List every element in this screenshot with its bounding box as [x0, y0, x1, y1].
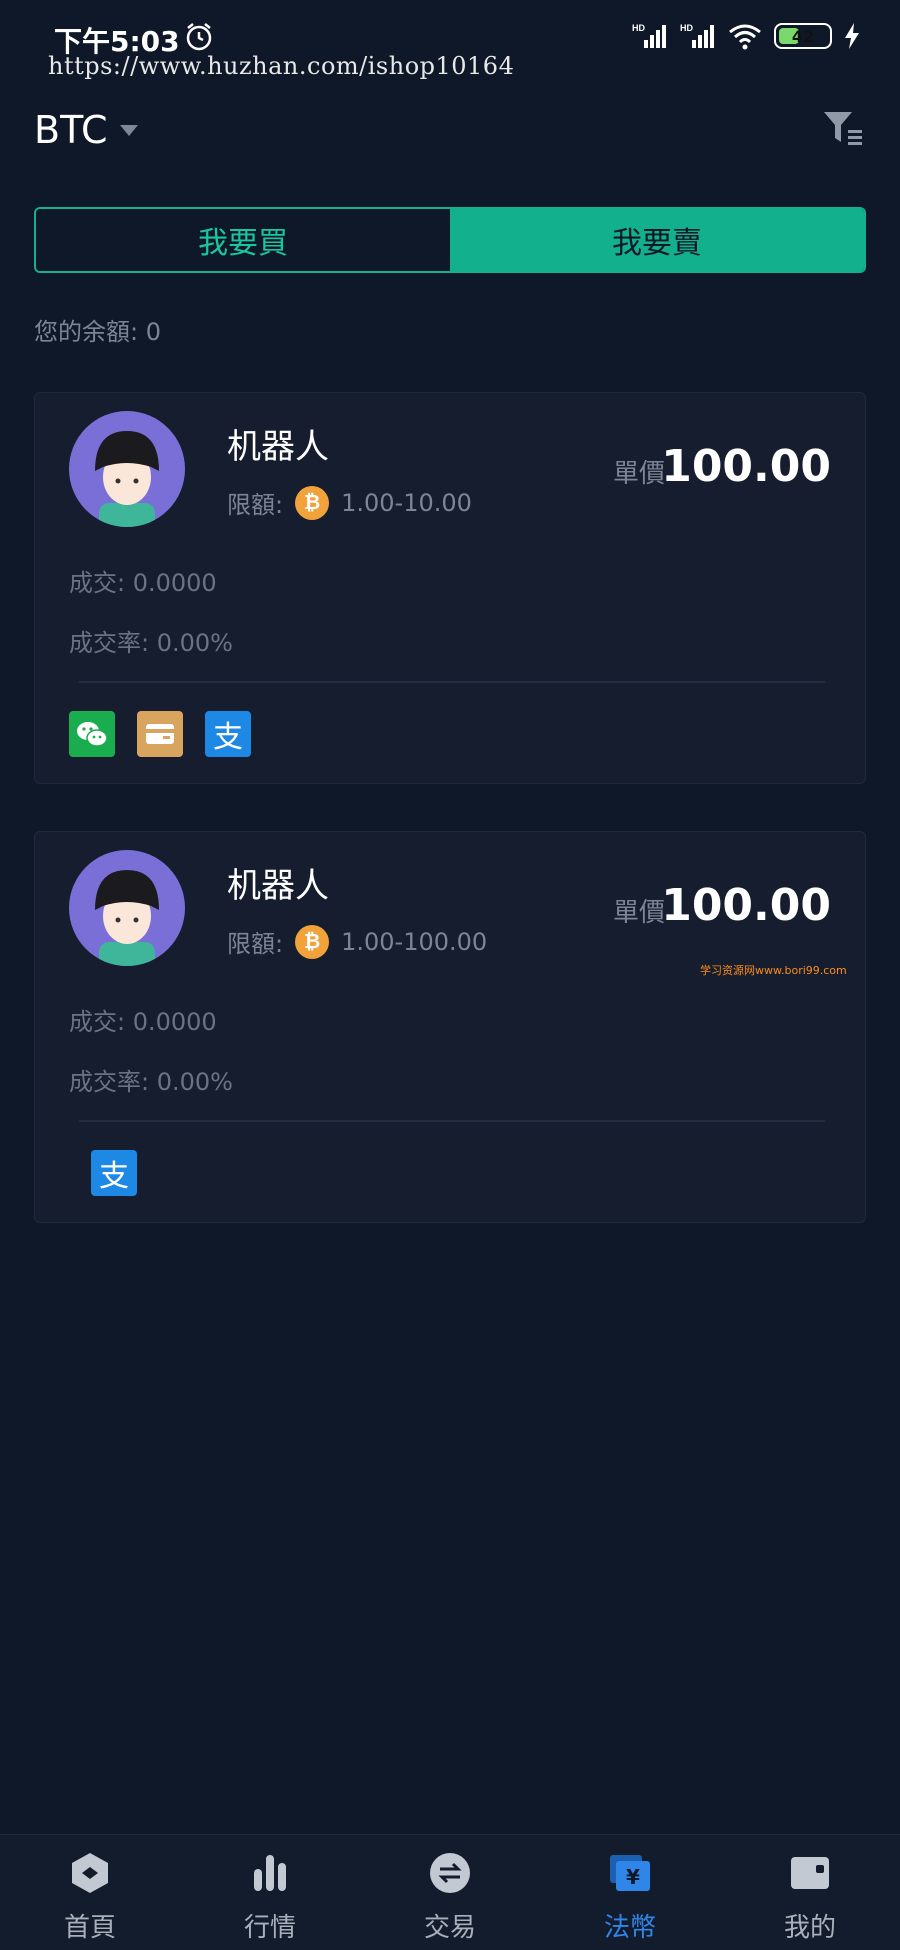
nav-label: 交易	[423, 1913, 476, 1943]
nav-label: 首頁	[63, 1913, 116, 1943]
buy-sell-tabs: 我要買 我要賣	[34, 207, 866, 273]
wifi-icon	[729, 24, 761, 50]
payment-methods: 支	[91, 1150, 137, 1196]
exchange-icon	[430, 1853, 470, 1893]
limit-row: 限額: ₿ 1.00-100.00	[227, 924, 487, 959]
volume-stat: 成交: 0.0000	[69, 569, 217, 597]
nav-item-market[interactable]: 行情	[180, 1835, 360, 1950]
wechat-pay-icon	[69, 711, 115, 757]
svg-text:¥: ¥	[626, 1865, 640, 1889]
bank-card-icon	[137, 711, 183, 757]
market-bars-icon	[254, 1855, 286, 1891]
tab-sell[interactable]: 我要賣	[450, 209, 864, 271]
avatar	[69, 411, 185, 527]
merchant-name: 机器人	[227, 866, 329, 906]
nav-label: 我的	[783, 1913, 836, 1943]
caret-down-icon	[119, 124, 138, 136]
coin-label: BTC	[34, 108, 108, 152]
charging-bolt-icon	[845, 23, 859, 49]
status-indicators: HD HD 42	[632, 22, 860, 50]
merchant-name: 机器人	[227, 427, 329, 467]
nav-label: 法幣	[603, 1913, 656, 1943]
svg-text:HD: HD	[632, 23, 645, 33]
nav-item-trade[interactable]: 交易	[360, 1835, 540, 1950]
price-value: 100.00	[661, 880, 831, 931]
balance-text: 您的余額: 0	[34, 318, 161, 346]
battery-icon: 42	[774, 23, 832, 49]
svg-text:HD: HD	[680, 23, 693, 33]
completion-rate-stat: 成交率: 0.00%	[69, 1068, 233, 1096]
avatar	[69, 850, 185, 966]
wallet-icon	[791, 1857, 829, 1889]
limit-label: 限額:	[227, 491, 284, 519]
divider	[79, 1120, 825, 1122]
price-label: 單價	[612, 459, 665, 489]
limit-range: 1.00-10.00	[341, 488, 472, 517]
nav-item-fiat[interactable]: ¥ 法幣	[540, 1835, 720, 1950]
limit-row: 限額: ₿ 1.00-10.00	[227, 485, 472, 520]
bitcoin-icon: ₿	[295, 924, 330, 959]
filter-list-icon[interactable]	[822, 108, 866, 152]
home-icon	[72, 1853, 108, 1893]
hd-signal-icon-2: HD	[680, 23, 714, 48]
bottom-nav: 首頁 行情 交易 ¥ 法幣 我的	[0, 1834, 900, 1950]
bitcoin-icon: ₿	[295, 485, 330, 520]
divider	[79, 681, 825, 683]
hd-signal-icon: HD	[632, 23, 666, 48]
alarm-clock-icon	[186, 23, 212, 51]
watermark-text: 学习资源网www.bori99.com	[700, 964, 847, 977]
nav-label: 行情	[243, 1913, 296, 1943]
tab-buy[interactable]: 我要買	[36, 209, 450, 271]
header: BTC	[34, 108, 866, 164]
alipay-icon: 支	[205, 711, 251, 757]
listing-card[interactable]: 机器人 限額: ₿ 1.00-100.00 單價 100.00 成交: 0.00…	[34, 831, 866, 1223]
user-avatar-icon	[95, 870, 159, 966]
user-avatar-icon	[95, 431, 159, 527]
alipay-icon: 支	[91, 1150, 137, 1196]
nav-item-mine[interactable]: 我的	[720, 1835, 900, 1950]
price-value: 100.00	[661, 441, 831, 492]
volume-stat: 成交: 0.0000	[69, 1008, 217, 1036]
price-label: 單價	[612, 898, 665, 928]
payment-methods: 支	[69, 711, 251, 757]
limit-range: 1.00-100.00	[341, 927, 488, 956]
fiat-currency-icon: ¥	[610, 1855, 650, 1891]
url-overlay-text: https://www.huzhan.com/ishop10164	[48, 52, 515, 80]
coin-selector[interactable]: BTC	[34, 108, 138, 152]
completion-rate-stat: 成交率: 0.00%	[69, 629, 233, 657]
battery-percent: 42	[791, 26, 815, 46]
status-bar: 下午5:03 https://www.huzhan.com/ishop10164…	[0, 0, 900, 80]
listing-card[interactable]: 机器人 限額: ₿ 1.00-10.00 單價 100.00 成交: 0.000…	[34, 392, 866, 784]
nav-item-home[interactable]: 首頁	[0, 1835, 180, 1950]
limit-label: 限額:	[227, 930, 284, 958]
